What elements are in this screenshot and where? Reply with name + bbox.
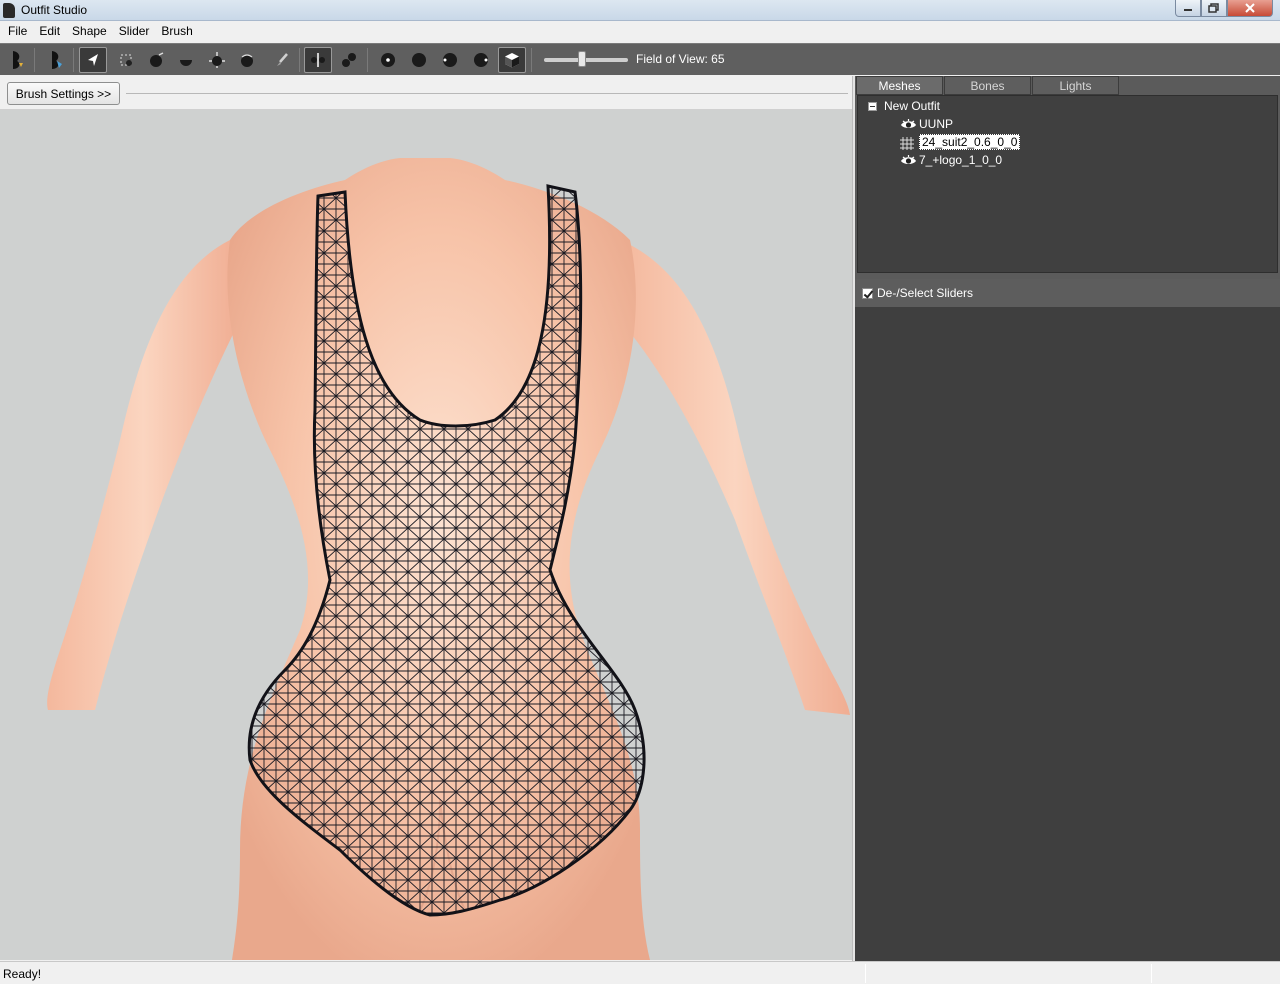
brush-settings-bar: Brush Settings >> bbox=[0, 76, 852, 110]
inflate-brush-button[interactable] bbox=[142, 47, 170, 73]
move-brush-button[interactable] bbox=[203, 47, 231, 73]
load-outfit-button[interactable] bbox=[42, 47, 70, 73]
menu-edit[interactable]: Edit bbox=[33, 21, 66, 42]
grid-icon[interactable] bbox=[900, 136, 917, 150]
toolbar-separator bbox=[367, 48, 368, 72]
menu-bar: File Edit Shape Slider Brush bbox=[0, 21, 1280, 42]
status-text: Ready! bbox=[3, 967, 42, 981]
status-separator bbox=[1151, 964, 1152, 983]
view-front-button[interactable] bbox=[374, 47, 402, 73]
mesh-item-label: 7_+logo_1_0_0 bbox=[919, 153, 1003, 167]
mesh-item-label: UUNP bbox=[919, 117, 954, 131]
view-right-icon bbox=[474, 53, 488, 67]
toolbar-separator bbox=[73, 48, 74, 72]
mesh-item-suit[interactable]: 24_suit2_0.6_0_0 bbox=[900, 133, 1021, 151]
view-right-button[interactable] bbox=[467, 47, 495, 73]
menu-file[interactable]: File bbox=[2, 21, 33, 42]
connected-icon bbox=[342, 53, 356, 67]
tab-bones[interactable]: Bones bbox=[944, 76, 1031, 95]
title-bar: Outfit Studio bbox=[0, 0, 1280, 21]
brush-settings-button[interactable]: Brush Settings >> bbox=[7, 82, 120, 105]
mask-brush-button[interactable] bbox=[112, 47, 140, 73]
view-left-button[interactable] bbox=[436, 47, 464, 73]
load-reference-button[interactable] bbox=[3, 47, 31, 73]
toolbar-separator bbox=[34, 48, 35, 72]
collapsible-pane-line bbox=[126, 93, 848, 94]
deflate-brush-icon bbox=[180, 60, 192, 66]
panel-tabs: Meshes Bones Lights bbox=[855, 76, 1119, 95]
right-arm bbox=[620, 240, 850, 715]
eye-icon[interactable] bbox=[900, 118, 917, 130]
view-left-icon bbox=[443, 53, 457, 67]
inflate-brush-icon bbox=[150, 52, 164, 67]
window-title: Outfit Studio bbox=[21, 3, 88, 17]
status-bar: Ready! bbox=[0, 961, 1280, 984]
tab-meshes[interactable]: Meshes bbox=[856, 76, 943, 95]
x-mirror-button[interactable] bbox=[304, 47, 332, 73]
app-icon bbox=[3, 3, 15, 18]
connected-only-button[interactable] bbox=[335, 47, 363, 73]
mesh-item-label: 24_suit2_0.6_0_0 bbox=[919, 134, 1021, 150]
menu-brush[interactable]: Brush bbox=[155, 21, 198, 42]
status-separator bbox=[865, 964, 866, 983]
mesh-tree: New Outfit UUNP 24_suit2_0.6_0_0 7_+logo… bbox=[857, 95, 1278, 273]
sliders-header: De-/Select Sliders bbox=[855, 279, 1280, 307]
minimize-button[interactable] bbox=[1175, 0, 1201, 17]
3d-viewport[interactable] bbox=[0, 110, 852, 960]
cube-icon bbox=[505, 53, 519, 68]
view-back-icon bbox=[412, 53, 426, 67]
select-sliders-label: De-/Select Sliders bbox=[877, 286, 974, 300]
toolbar-separator bbox=[531, 48, 532, 72]
perspective-button[interactable] bbox=[498, 47, 526, 73]
smooth-brush-icon bbox=[241, 54, 253, 67]
tree-root-label: New Outfit bbox=[884, 99, 941, 113]
select-arrow-icon bbox=[88, 54, 98, 66]
toolbar-separator bbox=[299, 48, 300, 72]
mask-brush-icon bbox=[120, 54, 132, 66]
tab-lights[interactable]: Lights bbox=[1032, 76, 1119, 95]
smooth-brush-button[interactable] bbox=[233, 47, 261, 73]
eye-icon[interactable] bbox=[900, 154, 917, 166]
mirror-icon bbox=[311, 53, 325, 67]
collapse-icon[interactable] bbox=[868, 101, 877, 111]
menu-shape[interactable]: Shape bbox=[66, 21, 113, 42]
right-panel: Meshes Bones Lights New Outfit UUNP 24_s… bbox=[855, 76, 1280, 961]
field-of-view-thumb[interactable] bbox=[578, 51, 586, 67]
close-button[interactable] bbox=[1227, 0, 1273, 17]
tree-root-outfit[interactable]: New Outfit bbox=[868, 97, 940, 115]
restore-icon bbox=[1208, 3, 1219, 13]
load-reference-icon bbox=[13, 51, 23, 69]
mesh-item-uunp[interactable]: UUNP bbox=[900, 115, 953, 133]
restore-button[interactable] bbox=[1201, 0, 1227, 17]
weight-brush-button[interactable] bbox=[268, 47, 296, 73]
view-front-icon bbox=[381, 53, 395, 67]
menu-slider[interactable]: Slider bbox=[113, 21, 156, 42]
select-brush-button[interactable] bbox=[79, 47, 107, 73]
model-render bbox=[47, 158, 850, 960]
minimize-icon bbox=[1184, 9, 1192, 11]
paint-brush-icon bbox=[277, 53, 288, 66]
load-outfit-icon bbox=[52, 51, 62, 69]
close-icon bbox=[1245, 3, 1255, 13]
toolbar: Field of View: 65 bbox=[0, 43, 1280, 75]
field-of-view-slider[interactable] bbox=[544, 58, 628, 62]
sliders-list bbox=[855, 307, 1280, 961]
mesh-item-logo[interactable]: 7_+logo_1_0_0 bbox=[900, 151, 1002, 169]
move-brush-icon bbox=[209, 52, 225, 68]
view-back-button[interactable] bbox=[405, 47, 433, 73]
left-arm bbox=[47, 240, 241, 710]
field-of-view-label: Field of View: 65 bbox=[636, 52, 725, 66]
deflate-brush-button[interactable] bbox=[172, 47, 200, 73]
select-sliders-checkbox[interactable] bbox=[862, 287, 873, 299]
